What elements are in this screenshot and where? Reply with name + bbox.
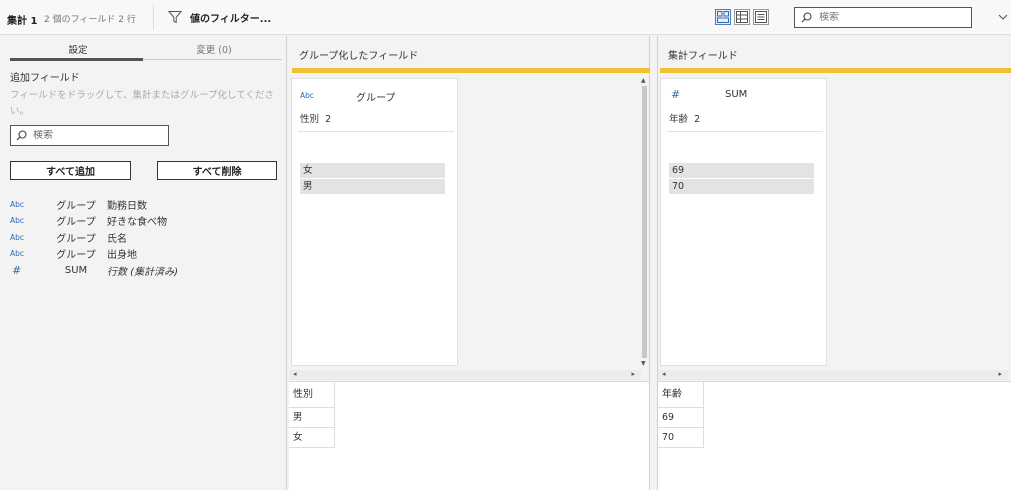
field-row[interactable]: Abc グループ 出身地 <box>10 246 280 263</box>
card-value[interactable]: 女 <box>300 163 445 178</box>
grouped-accent-bar <box>292 68 650 73</box>
aggregated-accent-bar <box>660 68 1011 73</box>
value-filter-button[interactable]: 値のフィルター... <box>168 9 271 25</box>
list-view-button[interactable] <box>753 9 769 25</box>
string-type-icon: Abc <box>300 91 315 100</box>
aggregation-label: SUM <box>64 264 88 276</box>
aggregation-dropdown[interactable]: グループ <box>356 89 406 104</box>
tab-changes[interactable]: 変更 (0) <box>146 42 282 56</box>
tab-settings[interactable]: 設定 <box>10 42 146 56</box>
view-toggle-group <box>715 9 769 25</box>
step-meta: 2 個のフィールド 2 行 <box>44 15 136 25</box>
card-value-list: 女 男 <box>300 163 445 195</box>
toolbar-divider <box>153 5 154 30</box>
field-card[interactable]: Abc グループ 性別 2 女 男 <box>291 78 458 366</box>
step-title: 集計 1 <box>7 16 38 27</box>
number-type-icon: # <box>12 263 22 277</box>
field-card[interactable]: # SUM 年齢 2 69 70 <box>660 78 827 366</box>
card-value-count: 2 <box>325 114 332 125</box>
field-row[interactable]: # SUM 行数 (集計済み) <box>10 262 280 279</box>
card-field-name: 年齢 <box>669 114 689 125</box>
string-type-icon: Abc <box>10 216 25 226</box>
card-value-count: 2 <box>694 114 701 125</box>
field-name: 出身地 <box>107 250 137 262</box>
grid-column-header[interactable]: 性別 <box>289 382 335 408</box>
scroll-right-icon[interactable]: ▸ <box>998 370 1002 378</box>
grid-cell[interactable]: 女 <box>289 428 335 448</box>
card-view-icon <box>717 11 729 23</box>
card-view-button[interactable] <box>715 9 731 25</box>
data-grid-area: 年齢 69 70 <box>658 381 1011 490</box>
card-divider <box>298 131 454 132</box>
search-icon <box>16 130 27 141</box>
vertical-scrollbar[interactable]: ▲ ▼ <box>640 77 649 367</box>
string-type-icon: Abc <box>10 199 25 209</box>
scroll-down-icon[interactable]: ▼ <box>641 360 646 367</box>
add-all-button[interactable]: すべて追加 <box>10 161 131 180</box>
aggregation-label: グループ <box>56 233 96 245</box>
horizontal-scrollbar[interactable]: ◂ ▸ <box>289 370 641 380</box>
remove-all-button[interactable]: すべて削除 <box>157 161 277 180</box>
grid-cell[interactable]: 69 <box>658 408 704 428</box>
table-view-icon <box>736 11 748 23</box>
card-field-header: 性別 2 <box>300 111 331 125</box>
field-list: Abc グループ 勤務日数 Abc グループ 好きな食べ物 Abc グループ 氏… <box>10 196 280 279</box>
pane-title: 集計フィールド <box>668 51 738 62</box>
scrollbar-thumb[interactable] <box>642 86 647 358</box>
search-icon <box>801 12 812 23</box>
field-name: 行数 (集計済み) <box>107 266 178 278</box>
top-search-input[interactable] <box>819 12 959 23</box>
grid-cell[interactable]: 男 <box>289 408 335 428</box>
active-tab-indicator <box>10 58 143 61</box>
card-divider <box>667 131 823 132</box>
field-row[interactable]: Abc グループ 好きな食べ物 <box>10 213 280 230</box>
scroll-left-icon[interactable]: ◂ <box>293 370 297 378</box>
card-field-header: 年齢 2 <box>669 111 700 125</box>
top-search-box[interactable] <box>794 7 972 28</box>
scroll-up-icon[interactable]: ▲ <box>641 77 646 84</box>
scroll-left-icon[interactable]: ◂ <box>662 370 666 378</box>
list-view-icon <box>755 11 767 23</box>
grid-column-header[interactable]: 年齢 <box>658 382 704 408</box>
field-name: 勤務日数 <box>107 200 147 212</box>
card-field-name: 性別 <box>300 114 320 125</box>
table-view-button[interactable] <box>734 9 750 25</box>
aggregation-label: グループ <box>56 250 96 262</box>
card-value[interactable]: 70 <box>669 179 814 194</box>
filter-icon <box>168 11 182 24</box>
data-grid: 性別 男 女 <box>289 382 335 448</box>
field-name: 好きな食べ物 <box>107 217 167 229</box>
field-search-box[interactable] <box>10 125 169 146</box>
card-value[interactable]: 69 <box>669 163 814 178</box>
number-type-icon: # <box>671 88 681 101</box>
data-grid-area: 性別 男 女 <box>289 381 649 490</box>
aggregation-label: グループ <box>56 200 96 212</box>
scroll-right-icon[interactable]: ▸ <box>631 370 635 378</box>
grouped-fields-pane: グループ化したフィールド Abc グループ 性別 2 女 男 ▲ ▼ ◂ ▸ 性… <box>289 36 650 490</box>
field-row[interactable]: Abc グループ 氏名 <box>10 229 280 246</box>
panel-tabs: 設定 変更 (0) <box>10 36 282 61</box>
chevron-down-icon[interactable] <box>997 11 1009 23</box>
field-search-input[interactable] <box>33 130 163 141</box>
horizontal-scrollbar[interactable]: ◂ ▸ <box>658 370 1008 380</box>
value-filter-label: 値のフィルター... <box>190 13 272 25</box>
field-row[interactable]: Abc グループ 勤務日数 <box>10 196 280 213</box>
grid-cell[interactable]: 70 <box>658 428 704 448</box>
pane-title: グループ化したフィールド <box>299 51 419 62</box>
aggregated-fields-pane: 集計フィールド # SUM 年齢 2 69 70 ◂ ▸ 年齢 69 70 <box>657 36 1011 490</box>
section-title: 追加フィールド <box>10 73 80 84</box>
card-value-list: 69 70 <box>669 163 814 195</box>
data-grid: 年齢 69 70 <box>658 382 704 448</box>
settings-panel: 設定 変更 (0) 追加フィールド フィールドをドラッグして、集計またはグループ… <box>0 36 287 490</box>
string-type-icon: Abc <box>10 232 25 242</box>
card-value[interactable]: 男 <box>300 179 445 194</box>
field-name: 氏名 <box>107 233 127 245</box>
toolbar: 集計 1 2 個のフィールド 2 行 値のフィルター... <box>0 0 1011 35</box>
drag-hint: フィールドをドラッグして、集計またはグループ化してください。 <box>10 90 274 117</box>
aggregation-dropdown[interactable]: SUM <box>725 89 775 100</box>
aggregation-label: グループ <box>56 217 96 229</box>
string-type-icon: Abc <box>10 249 25 259</box>
